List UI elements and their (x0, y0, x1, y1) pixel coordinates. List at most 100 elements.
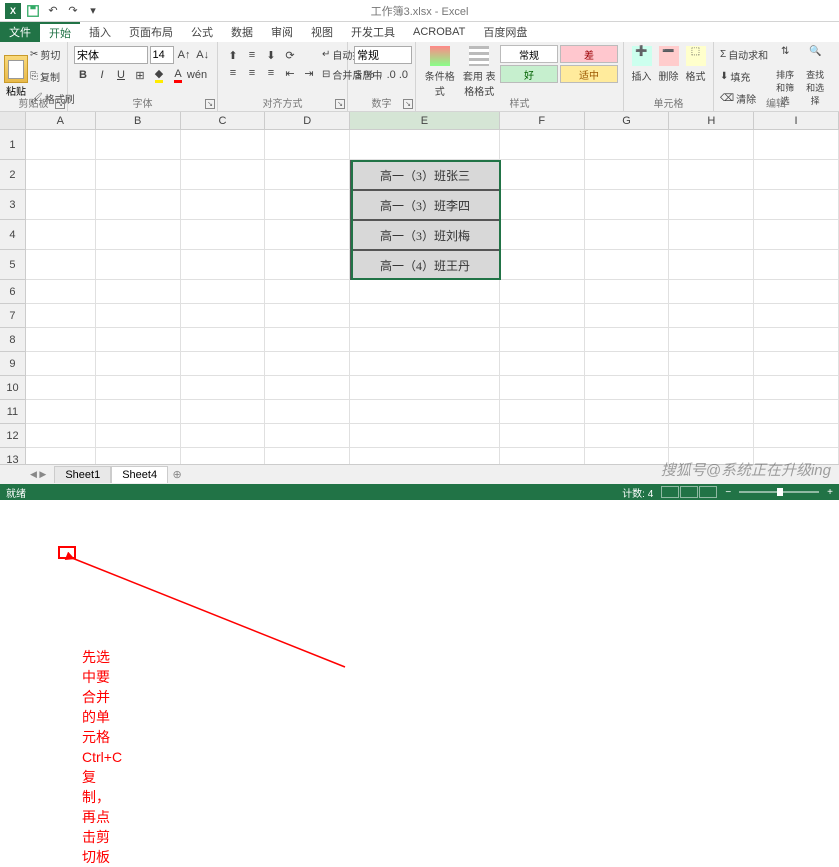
cell-A3[interactable] (26, 190, 96, 220)
align-right-icon[interactable]: ≡ (262, 64, 280, 82)
format-as-table-button[interactable]: 套用 表格格式 (460, 44, 500, 100)
tab-nav-buttons[interactable]: ◀ ▶ (30, 469, 46, 480)
number-format-select[interactable]: 常规 (354, 46, 412, 64)
cell-H10[interactable] (669, 376, 754, 400)
view-buttons[interactable] (661, 486, 717, 498)
cell-B8[interactable] (96, 328, 181, 352)
fill-color-button[interactable]: ◆ (150, 66, 168, 84)
style-bad[interactable]: 差 (560, 45, 618, 63)
cell-C8[interactable] (181, 328, 266, 352)
style-normal[interactable]: 常规 (500, 45, 558, 63)
row-header-12[interactable]: 12 (0, 424, 26, 448)
cell-B12[interactable] (96, 424, 181, 448)
increase-decimal-icon[interactable]: .0 (386, 66, 397, 84)
cell-F7[interactable] (500, 304, 585, 328)
cell-C4[interactable] (181, 220, 266, 250)
row-header-7[interactable]: 7 (0, 304, 26, 328)
tab-home[interactable]: 开始 (40, 22, 80, 42)
cell-I10[interactable] (754, 376, 839, 400)
cell-H4[interactable] (669, 220, 754, 250)
orientation-icon[interactable]: ⟳ (281, 46, 299, 64)
cell-C2[interactable] (181, 160, 266, 190)
cell-D6[interactable] (265, 280, 350, 304)
align-top-icon[interactable]: ⬆ (224, 46, 242, 64)
comma-icon[interactable]: , (376, 66, 384, 84)
tab-dev[interactable]: 开发工具 (342, 22, 404, 42)
cell-H11[interactable] (669, 400, 754, 424)
bold-button[interactable]: B (74, 66, 92, 84)
underline-button[interactable]: U (112, 66, 130, 84)
cell-H3[interactable] (669, 190, 754, 220)
col-header-I[interactable]: I (754, 112, 839, 130)
cell-A1[interactable] (26, 130, 96, 160)
cell-G9[interactable] (585, 352, 670, 376)
col-header-G[interactable]: G (585, 112, 670, 130)
tab-data[interactable]: 数据 (222, 22, 262, 42)
col-header-D[interactable]: D (265, 112, 350, 130)
save-icon[interactable] (24, 2, 42, 20)
cell-A10[interactable] (26, 376, 96, 400)
insert-cells-button[interactable]: ➕插入 (628, 44, 655, 85)
cell-F4[interactable] (500, 220, 585, 250)
cell-G5[interactable] (585, 250, 670, 280)
cell-G6[interactable] (585, 280, 670, 304)
row-header-10[interactable]: 10 (0, 376, 26, 400)
cell-B3[interactable] (96, 190, 181, 220)
cell-I7[interactable] (754, 304, 839, 328)
cell-E7[interactable] (350, 304, 500, 328)
autosum-button[interactable]: Σ自动求和 (720, 47, 768, 63)
cell-I9[interactable] (754, 352, 839, 376)
cell-I1[interactable] (754, 130, 839, 160)
cell-D2[interactable] (265, 160, 350, 190)
tab-insert[interactable]: 插入 (80, 22, 120, 42)
font-launcher[interactable]: ↘ (205, 99, 215, 109)
cell-F3[interactable] (500, 190, 585, 220)
row-header-5[interactable]: 5 (0, 250, 26, 280)
col-header-C[interactable]: C (181, 112, 266, 130)
col-header-A[interactable]: A (26, 112, 96, 130)
font-name-select[interactable]: 宋体 (74, 46, 148, 64)
cell-I12[interactable] (754, 424, 839, 448)
cell-A4[interactable] (26, 220, 96, 250)
decrease-decimal-icon[interactable]: .0 (398, 66, 409, 84)
font-color-button[interactable]: A (169, 66, 187, 84)
col-header-H[interactable]: H (669, 112, 754, 130)
cell-E2[interactable]: 高一（3）班张三 (350, 160, 500, 190)
cell-C7[interactable] (181, 304, 266, 328)
row-header-1[interactable]: 1 (0, 130, 26, 160)
col-header-F[interactable]: F (500, 112, 585, 130)
conditional-format-button[interactable]: 条件格式 (420, 44, 460, 100)
page-layout-view-icon[interactable] (680, 486, 698, 498)
decrease-indent-icon[interactable]: ⇤ (281, 64, 299, 82)
currency-icon[interactable]: $ (354, 66, 362, 84)
cell-H6[interactable] (669, 280, 754, 304)
cell-E1[interactable] (350, 130, 500, 160)
cell-B1[interactable] (96, 130, 181, 160)
row-header-11[interactable]: 11 (0, 400, 26, 424)
normal-view-icon[interactable] (661, 486, 679, 498)
tab-baidu[interactable]: 百度网盘 (474, 22, 536, 42)
cell-E3[interactable]: 高一（3）班李四 (350, 190, 500, 220)
cell-I11[interactable] (754, 400, 839, 424)
cell-D7[interactable] (265, 304, 350, 328)
cell-D5[interactable] (265, 250, 350, 280)
clipboard-launcher[interactable]: ↘ (55, 99, 65, 109)
phonetic-button[interactable]: wén (188, 66, 206, 84)
cell-D11[interactable] (265, 400, 350, 424)
cell-E12[interactable] (350, 424, 500, 448)
zoom-in-button[interactable]: + (827, 487, 833, 498)
tab-layout[interactable]: 页面布局 (120, 22, 182, 42)
cell-G4[interactable] (585, 220, 670, 250)
tab-view[interactable]: 视图 (302, 22, 342, 42)
cell-F11[interactable] (500, 400, 585, 424)
style-neutral[interactable]: 适中 (560, 65, 618, 83)
cell-F1[interactable] (500, 130, 585, 160)
italic-button[interactable]: I (93, 66, 111, 84)
cell-H12[interactable] (669, 424, 754, 448)
font-size-select[interactable]: 14 (150, 46, 174, 64)
page-break-view-icon[interactable] (699, 486, 717, 498)
cell-I8[interactable] (754, 328, 839, 352)
cell-G7[interactable] (585, 304, 670, 328)
cell-H5[interactable] (669, 250, 754, 280)
tab-file[interactable]: 文件 (0, 22, 40, 42)
